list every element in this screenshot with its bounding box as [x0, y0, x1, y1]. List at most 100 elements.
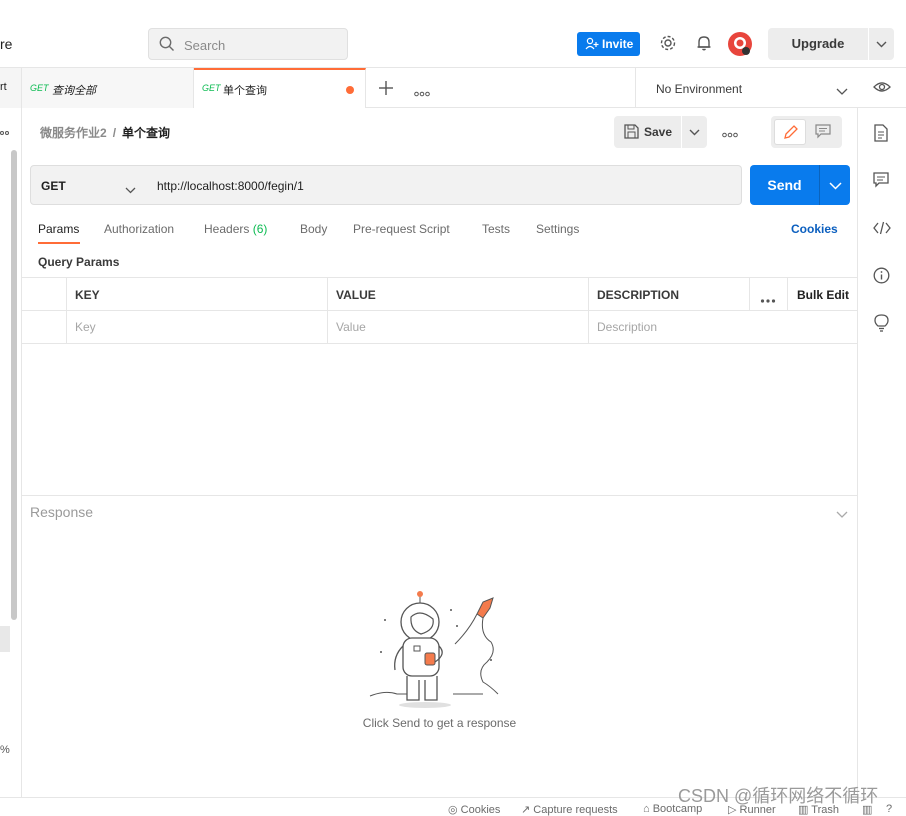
- save-disk-icon: [624, 124, 639, 142]
- column-header-value: VALUE: [336, 288, 376, 302]
- request-more-icon[interactable]: [722, 126, 738, 141]
- breadcrumb-separator: /: [112, 126, 117, 140]
- query-params-title: Query Params: [38, 255, 120, 269]
- status-capture-label: Capture requests: [533, 804, 618, 816]
- col-divider: [588, 278, 589, 344]
- description-input[interactable]: Description: [597, 320, 657, 334]
- watermark: CSDN @循环网络不循环: [678, 786, 879, 806]
- bulk-edit-button[interactable]: Bulk Edit: [797, 288, 849, 302]
- breadcrumb-request-name[interactable]: 单个查询: [122, 126, 170, 140]
- tab-params[interactable]: Params: [38, 222, 79, 236]
- environment-label: No Environment: [656, 82, 743, 96]
- breadcrumb: 微服务作业2 / 单个查询: [40, 124, 170, 141]
- bootcamp-icon: ⌂: [643, 803, 650, 815]
- sidebar-edge: %: [0, 108, 22, 798]
- headers-count: (6): [252, 222, 268, 236]
- tab-partial-label: rt: [0, 81, 7, 93]
- settings-gear-icon[interactable]: [659, 34, 677, 55]
- invite-button[interactable]: Invite: [577, 32, 640, 56]
- save-label: Save: [644, 125, 673, 139]
- chevron-down-icon: [125, 182, 136, 197]
- tab-body[interactable]: Body: [300, 222, 327, 236]
- save-options-button[interactable]: [682, 116, 707, 148]
- tab-headers-label: Headers: [204, 222, 250, 236]
- empty-response-message: Click Send to get a response: [362, 716, 517, 730]
- search-input[interactable]: Search: [148, 28, 348, 60]
- column-options-icon[interactable]: [760, 292, 776, 307]
- comments-icon[interactable]: [873, 172, 889, 191]
- value-input[interactable]: Value: [336, 320, 366, 334]
- help-icon[interactable]: ?: [886, 803, 892, 815]
- tab-pre-request-script[interactable]: Pre-request Script: [353, 222, 450, 236]
- add-user-icon: [585, 37, 599, 54]
- tab-method: GET: [30, 83, 49, 93]
- tab-query-all[interactable]: GET 查询全部: [22, 68, 194, 108]
- view-mode-toggle: [771, 116, 842, 148]
- sidebar-percent-fragment: %: [0, 744, 10, 756]
- cookies-link[interactable]: Cookies: [791, 222, 838, 236]
- tab-headers[interactable]: Headers (6): [204, 222, 267, 236]
- breadcrumb-collection[interactable]: 微服务作业2: [40, 126, 107, 140]
- status-cookies-label: Cookies: [460, 804, 501, 816]
- sidebar-more-icon[interactable]: [0, 124, 10, 139]
- astronaut-illustration: [369, 591, 499, 708]
- key-input[interactable]: Key: [75, 320, 96, 334]
- send-button[interactable]: Send: [750, 165, 819, 205]
- user-avatar[interactable]: [727, 31, 753, 60]
- sidebar-selected-item[interactable]: [0, 626, 10, 652]
- pencil-icon: [783, 124, 799, 143]
- tabs-more-icon[interactable]: [414, 85, 430, 100]
- http-method-select[interactable]: GET: [30, 165, 146, 205]
- tab-tests[interactable]: Tests: [482, 222, 510, 236]
- http-method-label: GET: [41, 179, 66, 193]
- notifications-bell-icon[interactable]: [695, 34, 713, 55]
- lightbulb-icon[interactable]: [873, 314, 890, 335]
- table-header-row: [22, 278, 857, 311]
- cookie-icon: ◎: [448, 804, 458, 816]
- col-divider: [787, 278, 788, 311]
- status-cookies[interactable]: ◎ Cookies: [448, 803, 500, 816]
- environment-selector[interactable]: No Environment: [635, 68, 857, 108]
- tab-settings[interactable]: Settings: [536, 222, 579, 236]
- query-params-table: KEY VALUE DESCRIPTION Bulk Edit Key Valu…: [22, 277, 857, 344]
- status-capture-requests[interactable]: ↗ Capture requests: [521, 803, 618, 816]
- url-input[interactable]: http://localhost:8000/fegin/1: [145, 165, 742, 205]
- right-context-bar: [857, 108, 906, 798]
- invite-label: Invite: [602, 37, 634, 51]
- brand-fragment: re: [0, 36, 13, 52]
- info-icon[interactable]: [873, 267, 890, 287]
- tab-name: 单个查询: [223, 85, 267, 97]
- tab-method: GET: [202, 83, 221, 93]
- active-tab-indicator: [38, 242, 80, 244]
- col-divider: [749, 278, 750, 311]
- upgrade-button[interactable]: Upgrade: [768, 28, 868, 60]
- app-header: re Search Invite Upgrade: [0, 0, 906, 68]
- column-header-description: DESCRIPTION: [597, 288, 680, 302]
- capture-icon: ↗: [521, 804, 531, 816]
- new-tab-plus-icon[interactable]: [378, 80, 394, 99]
- chevron-down-icon: [836, 84, 848, 99]
- edit-mode-button[interactable]: [774, 119, 806, 145]
- upgrade-menu-button[interactable]: [869, 28, 894, 60]
- column-header-key: KEY: [75, 288, 100, 302]
- documentation-icon[interactable]: [873, 124, 889, 145]
- tab-partial[interactable]: rt: [0, 68, 22, 108]
- col-divider: [66, 278, 67, 344]
- environment-quick-look-eye-icon[interactable]: [873, 80, 891, 97]
- tab-authorization[interactable]: Authorization: [104, 222, 174, 236]
- save-button[interactable]: Save: [614, 116, 681, 148]
- url-value: http://localhost:8000/fegin/1: [157, 179, 304, 193]
- response-title: Response: [30, 504, 94, 520]
- col-divider: [327, 278, 328, 344]
- unsaved-dot: [346, 86, 354, 94]
- chevron-down-icon[interactable]: [836, 507, 848, 522]
- comment-mode-icon[interactable]: [815, 124, 831, 142]
- send-options-button[interactable]: [819, 165, 850, 205]
- search-icon: [159, 36, 175, 55]
- search-placeholder: Search: [184, 38, 226, 53]
- code-snippet-icon[interactable]: [873, 221, 891, 238]
- tab-name: 查询全部: [52, 85, 96, 97]
- sidebar-scrollbar[interactable]: [11, 150, 17, 620]
- response-divider[interactable]: [22, 495, 857, 496]
- tab-single-query[interactable]: GET 单个查询: [194, 68, 366, 108]
